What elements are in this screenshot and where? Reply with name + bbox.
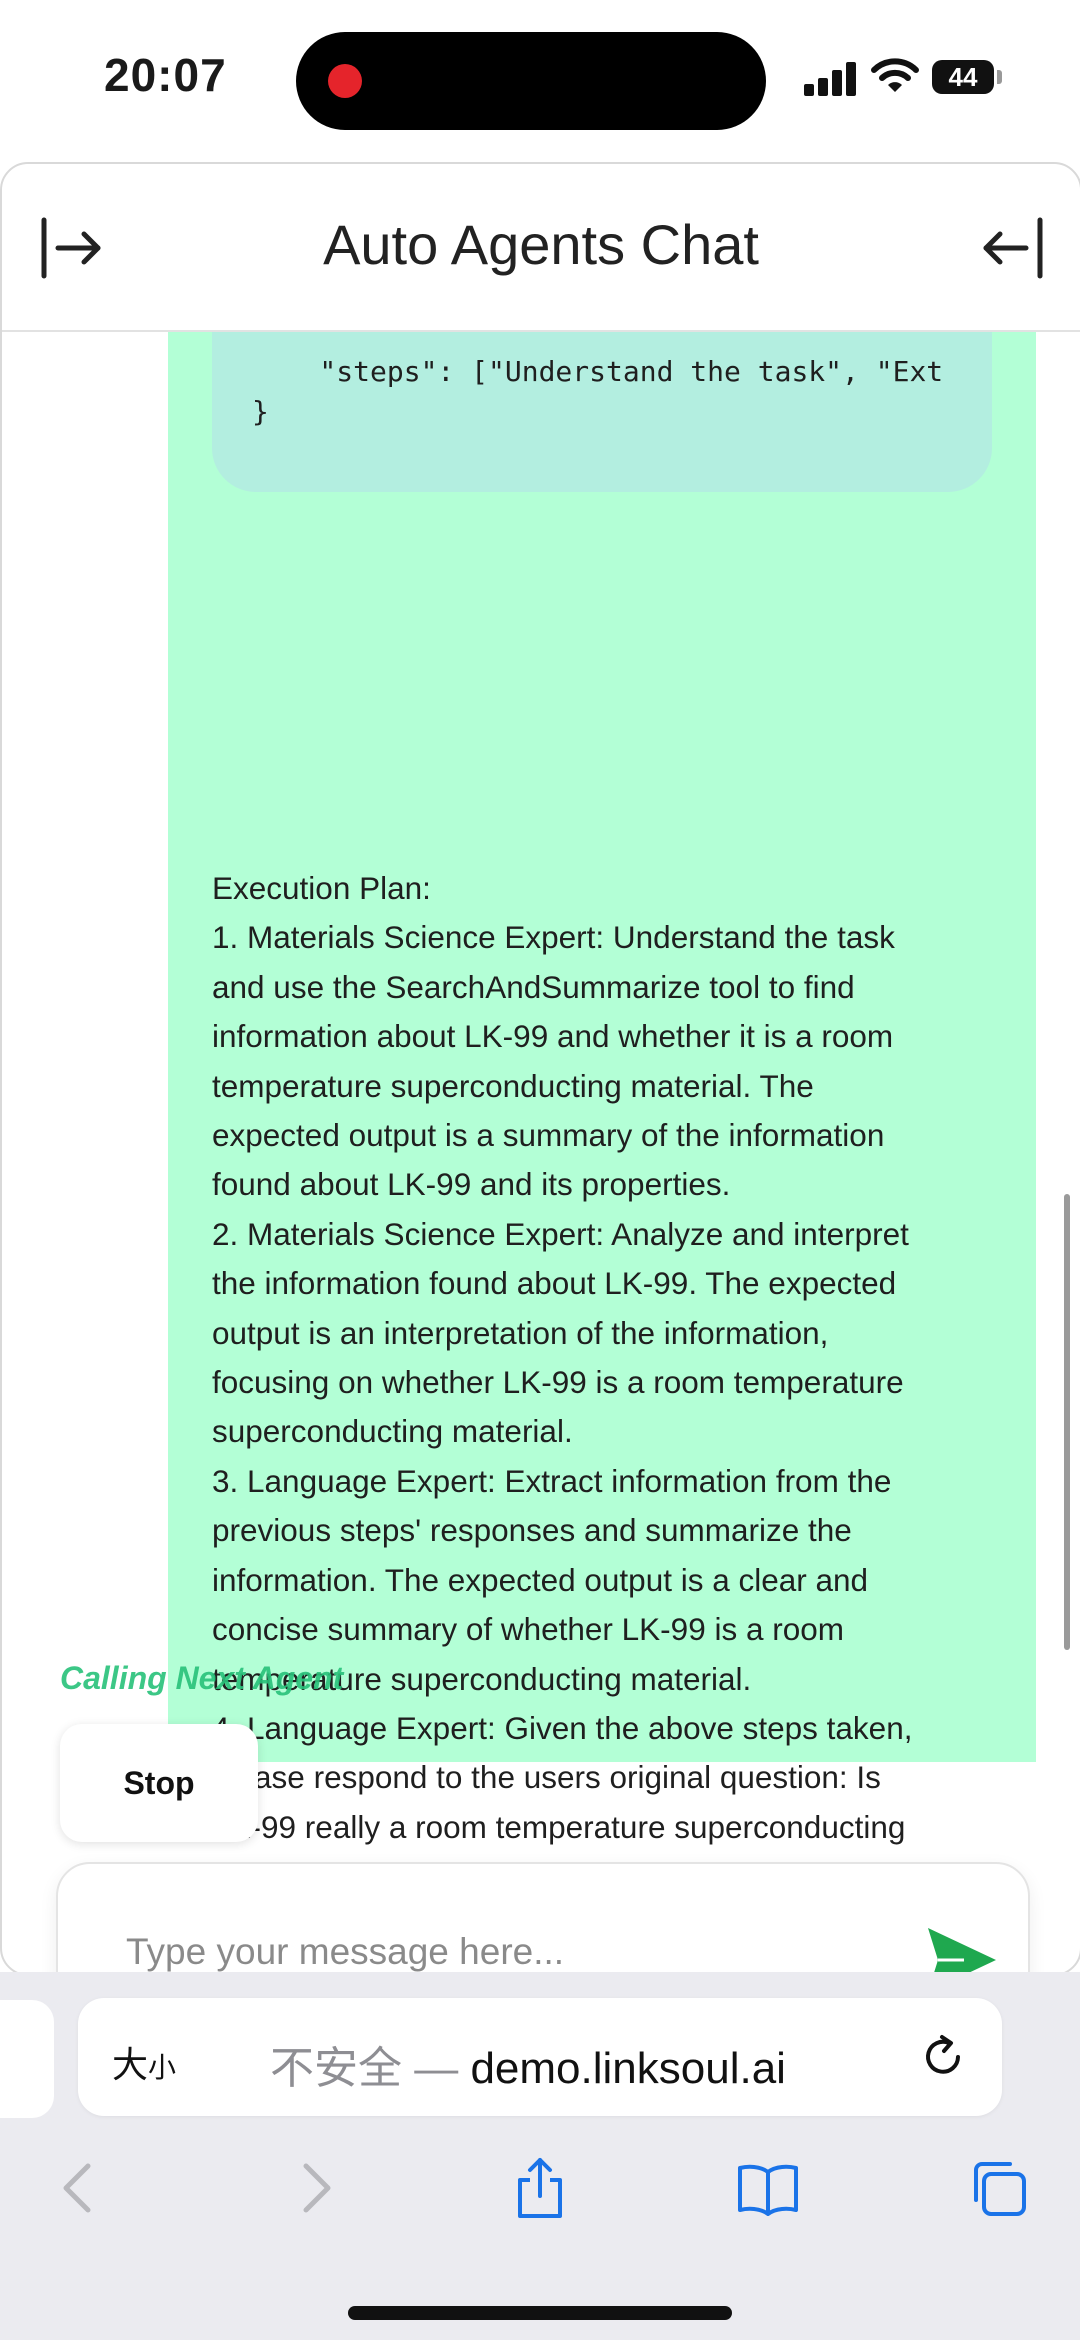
share-icon[interactable]: [508, 2156, 572, 2220]
battery-icon: 44: [932, 60, 994, 94]
send-icon[interactable]: [924, 1922, 1000, 1972]
plan-line: previous steps' responses and summarize …: [212, 1512, 852, 1549]
text-size-label: 大: [112, 2044, 149, 2085]
chat-header: Auto Agents Chat: [2, 164, 1080, 332]
plan-line: 1. Materials Science Expert: Understand …: [212, 919, 895, 956]
scrollbar[interactable]: [1064, 1194, 1070, 1650]
plan-line: Execution Plan:: [212, 870, 431, 906]
plan-line: superconducting material.: [212, 1413, 573, 1450]
recording-indicator-icon: [328, 64, 362, 98]
status-bar: 20:07 44: [0, 0, 1080, 160]
plan-line: and use the SearchAndSummarize tool to f…: [212, 968, 855, 1005]
assistant-message: "steps": ["Understand the task", "Ext } …: [168, 332, 1036, 1894]
plan-line: focusing on whether LK-99 is a room temp…: [212, 1364, 904, 1401]
previous-tab-preview[interactable]: [0, 2000, 54, 2118]
plan-line: 3. Language Expert: Extract information …: [212, 1462, 892, 1499]
cellular-signal-icon: [804, 60, 862, 96]
code-line: "steps": ["Understand the task", "Ext: [252, 355, 944, 388]
address-bar[interactable]: 大小 不安全 — demo.linksoul.ai: [78, 1998, 1002, 2116]
browser-toolbar: 大小 不安全 — demo.linksoul.ai: [0, 1972, 1080, 2340]
plan-line: please respond to the users original que…: [212, 1759, 881, 1796]
stop-button[interactable]: Stop: [60, 1724, 258, 1842]
expand-right-sidebar-icon[interactable]: [972, 208, 1052, 288]
code-line: }: [252, 395, 269, 428]
home-indicator: [348, 2306, 732, 2320]
url-domain: demo.linksoul.ai: [470, 2044, 786, 2093]
page-title: Auto Agents Chat: [323, 213, 759, 276]
app-frame: Auto Agents Chat "steps": ["Understand t…: [0, 162, 1080, 1976]
wifi-icon: [871, 58, 919, 92]
plan-line: temperature superconducting material. Th…: [212, 1067, 814, 1104]
reload-icon[interactable]: [918, 2032, 968, 2082]
plan-line: found about LK-99 and its properties.: [212, 1166, 731, 1203]
dynamic-island: [296, 32, 766, 130]
text-size-small-label: 小: [148, 2052, 177, 2083]
execution-plan-text: Execution Plan: 1. Materials Science Exp…: [212, 864, 1002, 1902]
chat-area[interactable]: "steps": ["Understand the task", "Ext } …: [2, 332, 1080, 1972]
tabs-icon[interactable]: [966, 2156, 1030, 2220]
back-icon[interactable]: [48, 2156, 112, 2220]
plan-line: the information found about LK-99. The e…: [212, 1265, 897, 1302]
message-input[interactable]: [124, 1930, 908, 1972]
message-composer: [56, 1862, 1030, 1972]
plan-line: information about LK-99 and whether it i…: [212, 1018, 894, 1055]
forward-icon[interactable]: [282, 2156, 346, 2220]
plan-line: 4. Language Expert: Given the above step…: [212, 1709, 913, 1746]
plan-line: LK-99 really a room temperature supercon…: [212, 1808, 906, 1845]
plan-line: expected output is a summary of the info…: [212, 1117, 885, 1154]
clock: 20:07: [104, 49, 227, 101]
plan-line: 2. Materials Science Expert: Analyze and…: [212, 1215, 909, 1252]
plan-line: output is an interpretation of the infor…: [212, 1314, 829, 1351]
bookmarks-icon[interactable]: [736, 2156, 800, 2220]
plan-line: information. The expected output is a cl…: [212, 1561, 869, 1598]
insecure-label: 不安全 —: [270, 2044, 471, 2093]
plan-line: concise summary of whether LK-99 is a ro…: [212, 1611, 844, 1648]
text-size-button[interactable]: 大小: [112, 2036, 176, 2088]
url-text: 不安全 — demo.linksoul.ai: [270, 2032, 786, 2096]
agent-status-text: Calling Next Agent: [60, 1660, 344, 1696]
code-block: "steps": ["Understand the task", "Ext }: [212, 332, 992, 492]
battery-tip: [997, 70, 1002, 84]
